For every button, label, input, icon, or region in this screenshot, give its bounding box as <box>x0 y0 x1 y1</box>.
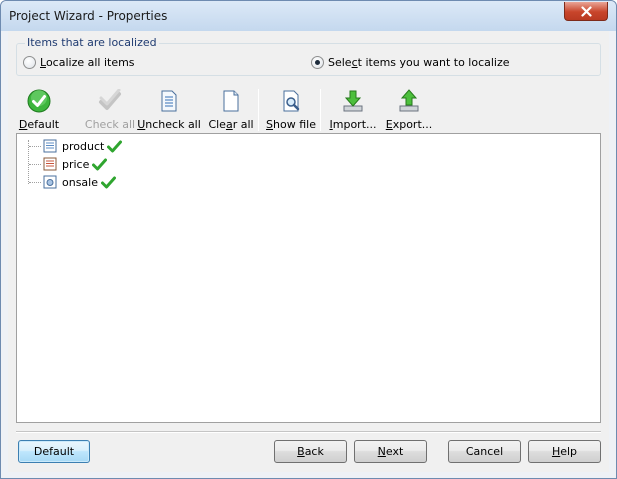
blank-document-icon <box>223 90 239 112</box>
green-check-icon[interactable] <box>101 176 116 189</box>
radio-button[interactable] <box>23 56 36 69</box>
toolbar-default-button[interactable]: Default <box>18 87 60 133</box>
tree-item-onsale[interactable]: onsale <box>29 174 116 190</box>
gray-check-icon <box>99 89 121 110</box>
radio-label: Localize all items <box>40 56 135 69</box>
tree-connector <box>29 163 41 165</box>
tree-item-label: onsale <box>62 175 98 189</box>
tree-item-label: price <box>62 157 90 171</box>
close-icon <box>580 5 592 17</box>
radio-selected-dot <box>315 60 320 65</box>
radio-button-selected[interactable] <box>311 56 324 69</box>
green-check-circle-icon <box>27 89 51 113</box>
button-label: Back <box>297 445 324 458</box>
toolbar-separator <box>258 89 259 131</box>
cancel-button[interactable]: Cancel <box>448 440 521 463</box>
toolbar-export-button[interactable]: Export... <box>386 87 432 133</box>
toolbar-import-button[interactable]: Import... <box>329 87 377 133</box>
button-label: Next <box>377 445 404 458</box>
green-check-icon[interactable] <box>107 140 123 153</box>
toolbar-label: Clear all <box>208 118 254 131</box>
toolbar-label: Uncheck all <box>137 118 201 131</box>
button-label: Cancel <box>465 445 504 458</box>
dialog-window: Project Wizard - Properties Items that a… <box>0 0 617 479</box>
toolbar-clear-all-button[interactable]: Clear all <box>208 87 254 133</box>
button-label: Help <box>551 445 578 458</box>
text-field-icon <box>43 139 57 153</box>
items-tree[interactable]: product price onsale <box>16 133 601 423</box>
next-button[interactable]: Next <box>354 440 427 463</box>
toolbar-label: Check all <box>84 118 136 131</box>
green-check-icon[interactable] <box>92 158 108 171</box>
toolbar-uncheck-all-button[interactable]: Uncheck all <box>137 87 201 133</box>
default-button[interactable]: Default <box>18 440 90 463</box>
tree-connector <box>29 181 41 183</box>
close-button[interactable] <box>564 2 608 21</box>
tree-item-label: product <box>62 139 105 153</box>
footer-separator <box>16 431 601 433</box>
green-up-arrow-icon <box>399 89 419 112</box>
help-button[interactable]: Help <box>528 440 601 463</box>
dialog-body: Items that are localized Localize all it… <box>8 31 609 472</box>
radio-select-items[interactable]: Select items you want to localize <box>311 56 510 69</box>
tree-item-price[interactable]: price <box>29 156 108 172</box>
toolbar-separator <box>320 89 321 131</box>
toolbar: Default Check all Uncheck all Clear all … <box>16 87 601 133</box>
window-title: Project Wizard - Properties <box>9 9 168 23</box>
toolbar-show-file-button[interactable]: Show file <box>266 87 316 133</box>
number-field-icon <box>43 157 57 171</box>
document-lines-icon <box>161 90 177 112</box>
radio-label: Select items you want to localize <box>328 56 510 69</box>
toolbar-label: Import... <box>329 118 377 131</box>
localized-items-group: Items that are localized Localize all it… <box>16 36 601 76</box>
toolbar-label: Show file <box>266 118 316 131</box>
tree-connector <box>29 145 41 147</box>
toolbar-label: Default <box>18 118 60 131</box>
button-label: Default <box>33 445 75 458</box>
toolbar-label: Export... <box>385 118 433 131</box>
magnifier-document-icon <box>283 90 300 112</box>
toolbar-check-all-button[interactable]: Check all <box>84 87 136 133</box>
tree-item-product[interactable]: product <box>29 138 123 154</box>
boolean-field-icon <box>43 175 57 189</box>
back-button[interactable]: Back <box>274 440 347 463</box>
title-bar[interactable]: Project Wizard - Properties <box>1 1 616 31</box>
green-down-arrow-icon <box>343 90 363 112</box>
group-legend: Items that are localized <box>25 36 159 49</box>
radio-localize-all[interactable]: Localize all items <box>23 56 135 69</box>
